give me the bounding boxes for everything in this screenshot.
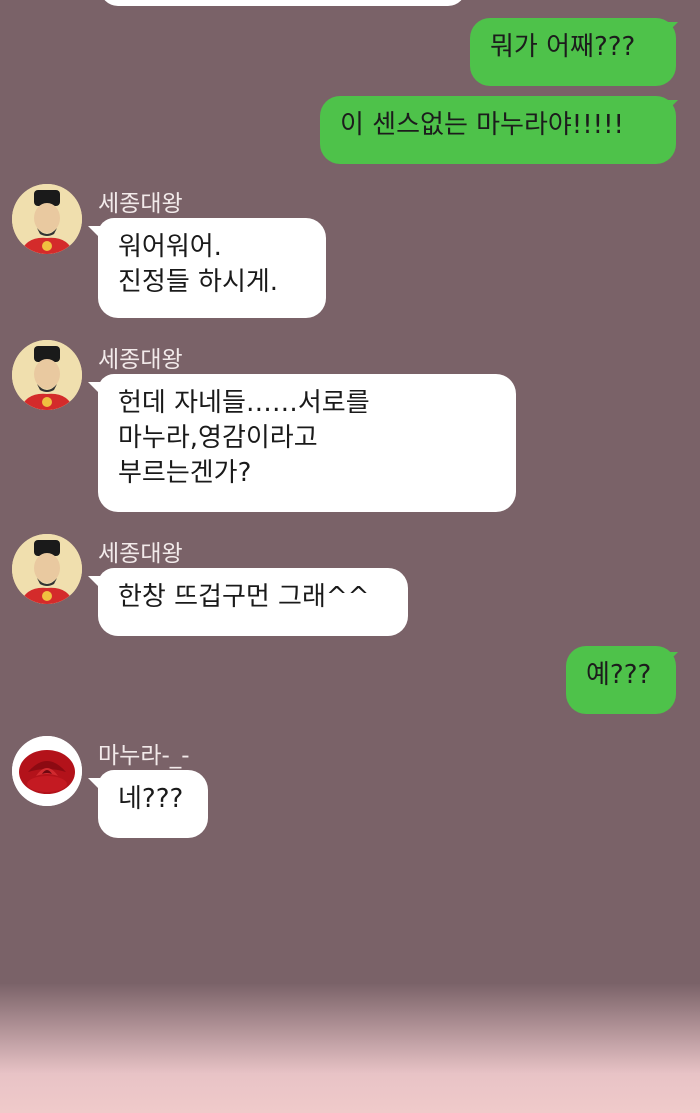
king-portrait-icon[interactable] [12, 184, 82, 254]
incoming-message: 워어워어. 진정들 하시게. [98, 218, 326, 318]
king-portrait-icon[interactable] [12, 340, 82, 410]
chat-room: 뭐가 어째??? 이 센스없는 마누라야!!!!! 세종대왕 워어워어. 진정들… [0, 0, 700, 1113]
red-rose-icon[interactable] [12, 736, 82, 806]
sender-name: 세종대왕 [98, 541, 183, 567]
sender-name: 세종대왕 [98, 191, 183, 217]
outgoing-message: 예??? [566, 646, 676, 714]
sender-name: 마누라-_- [98, 743, 190, 769]
outgoing-message: 이 센스없는 마누라야!!!!! [320, 96, 676, 164]
bottom-fade [0, 983, 700, 1113]
outgoing-message: 뭐가 어째??? [470, 18, 676, 86]
incoming-message: 네??? [98, 770, 208, 838]
incoming-message: 한창 뜨겁구먼 그래^^ [98, 568, 408, 636]
king-portrait-icon[interactable] [12, 534, 82, 604]
incoming-message: 헌데 자네들……서로를 마누라,영감이라고 부르는겐가? [98, 374, 516, 512]
message-bubble-cutoff [100, 0, 466, 6]
sender-name: 세종대왕 [98, 347, 183, 373]
